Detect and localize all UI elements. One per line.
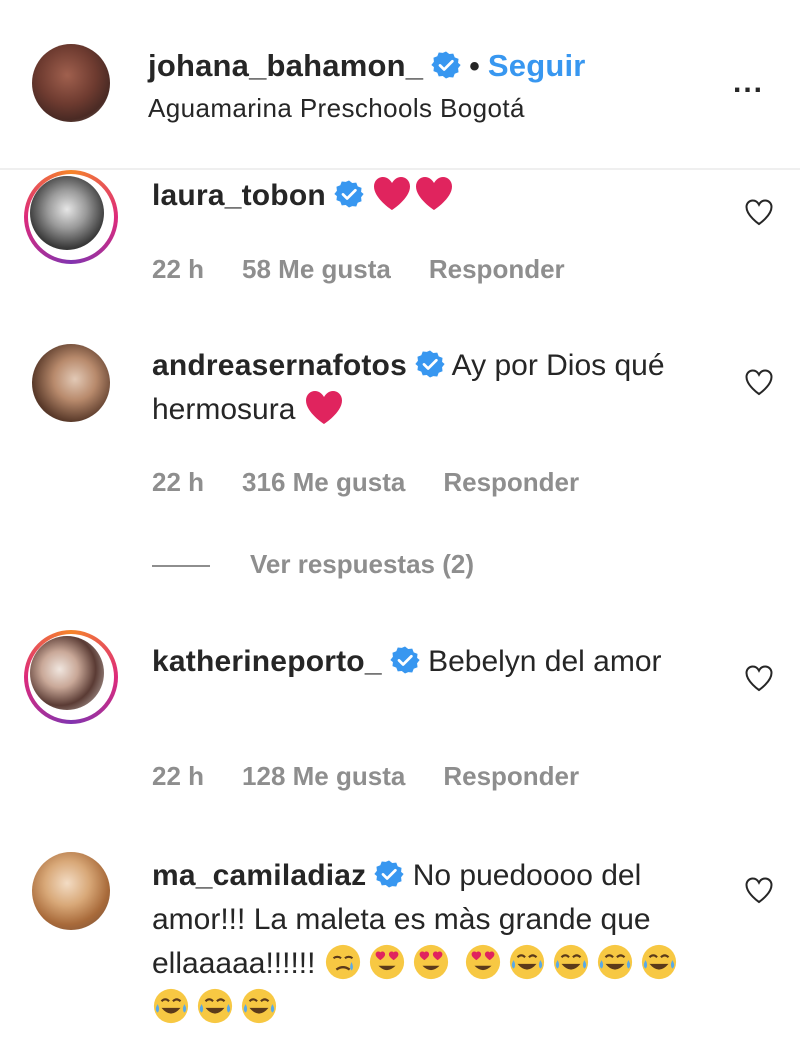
post-header: johana_bahamon_ • Seguir Aguamarina Presch… <box>0 0 800 170</box>
red-heart-emoji <box>374 177 411 210</box>
like-heart-icon[interactable] <box>744 198 774 226</box>
commenter-username[interactable]: ma_camiladiaz <box>152 859 366 892</box>
tears-of-joy-emoji <box>554 944 589 980</box>
commenter-username[interactable]: katherineporto_ <box>152 645 382 678</box>
author-username[interactable]: johana_bahamon_ <box>148 48 423 83</box>
commenter-avatar[interactable] <box>32 344 110 422</box>
tears-of-joy-emoji <box>241 988 277 1024</box>
comment-body: laura_tobon <box>152 174 682 218</box>
red-heart-emoji <box>305 391 342 424</box>
comment-time[interactable]: 22 h <box>152 254 204 284</box>
author-username-row: johana_bahamon_ • Seguir <box>148 48 586 84</box>
tears-of-joy-emoji <box>642 944 677 980</box>
heart-eyes-emoji <box>466 944 501 980</box>
comment-likes[interactable]: 128 Me gusta <box>242 761 405 791</box>
comment-text: Bebelyn del amor <box>428 645 662 678</box>
post-comments-panel: johana_bahamon_ • Seguir Aguamarina Presch… <box>0 0 800 1037</box>
like-heart-icon[interactable] <box>744 876 774 904</box>
reply-button[interactable]: Responder <box>443 467 579 497</box>
like-heart-icon[interactable] <box>744 664 774 692</box>
tears-of-joy-emoji <box>197 988 233 1024</box>
heart-eyes-emoji <box>369 944 404 980</box>
separator-dot: • <box>469 50 480 83</box>
follow-button[interactable]: Seguir <box>488 48 586 83</box>
tears-of-joy-emoji <box>598 944 633 980</box>
author-avatar[interactable] <box>32 44 110 122</box>
reply-button[interactable]: Responder <box>429 254 565 284</box>
comment-body: andreasernafotos Ay por Dios qué hermosu… <box>152 344 682 432</box>
weary-face-emoji <box>325 944 360 980</box>
red-heart-emoji <box>416 177 453 210</box>
story-ring[interactable] <box>24 170 118 264</box>
commenter-avatar[interactable] <box>32 852 110 930</box>
reply-button[interactable]: Responder <box>443 761 579 791</box>
comment-time[interactable]: 22 h <box>152 761 204 791</box>
view-replies-label[interactable]: Ver respuestas (2) <box>250 549 474 579</box>
verified-badge-icon <box>415 350 445 378</box>
verified-badge-icon <box>390 646 420 674</box>
verified-badge-icon <box>374 860 405 888</box>
verified-badge-icon <box>334 180 364 208</box>
tears-of-joy-emoji <box>510 944 545 980</box>
comment-meta: 22 h 58 Me gusta Responder <box>152 254 603 285</box>
like-heart-icon[interactable] <box>744 368 774 396</box>
heart-eyes-emoji <box>413 944 448 980</box>
comment-meta: 22 h 128 Me gusta Responder <box>152 761 617 792</box>
view-replies-button[interactable]: Ver respuestas (2) <box>152 549 474 580</box>
comment-body: ma_camiladiaz No puedoooo del amor!!! La… <box>152 854 692 1030</box>
commenter-username[interactable]: andreasernafotos <box>152 349 407 382</box>
comment-body: katherineporto_ Bebelyn del amor <box>152 640 682 684</box>
comment-time[interactable]: 22 h <box>152 467 204 497</box>
replies-divider-line <box>152 565 210 568</box>
comment-likes[interactable]: 316 Me gusta <box>242 467 405 497</box>
post-location[interactable]: Aguamarina Preschools Bogotá <box>148 93 525 124</box>
commenter-username[interactable]: laura_tobon <box>152 179 326 212</box>
commenter-avatar <box>30 176 104 250</box>
comment-meta: 22 h 316 Me gusta Responder <box>152 467 617 498</box>
more-options-icon[interactable]: ... <box>733 66 764 100</box>
comment-likes[interactable]: 58 Me gusta <box>242 254 391 284</box>
commenter-avatar <box>30 636 104 710</box>
story-ring[interactable] <box>24 630 118 724</box>
tears-of-joy-emoji <box>153 988 189 1024</box>
verified-badge-icon <box>431 51 461 79</box>
